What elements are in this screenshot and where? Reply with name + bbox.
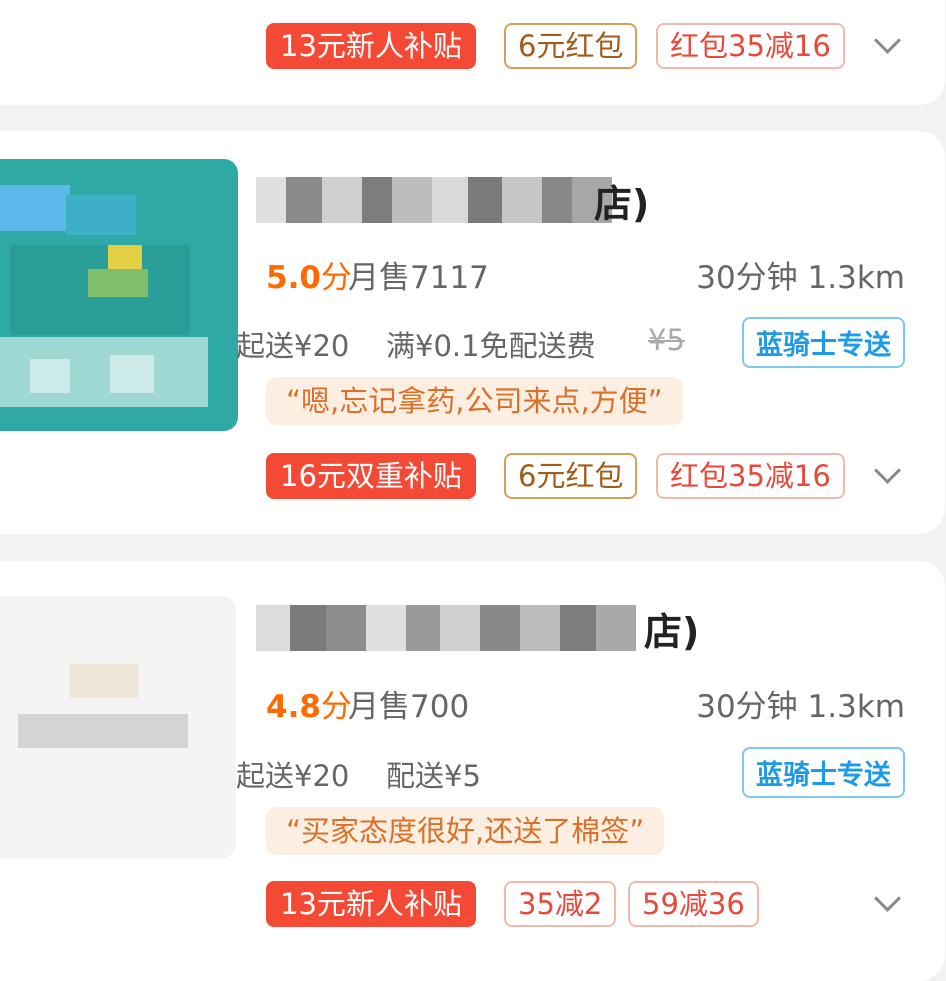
review-snippet: “买家态度很好,还送了棉签” <box>266 807 665 855</box>
delivery-time-distance: 30分钟 1.3km <box>696 689 905 725</box>
store-name-suffix: 店) <box>644 610 700 654</box>
chevron-down-icon[interactable] <box>874 27 901 54</box>
delivery-badge: 蓝骑士专送 <box>742 747 905 798</box>
promo-tags: 13元新人补贴 35减2 59减36 <box>266 881 905 927</box>
subsidy-tag: 16元双重补贴 <box>266 453 476 499</box>
chevron-down-icon[interactable] <box>874 457 901 484</box>
delivery-badge: 蓝骑士专送 <box>742 317 905 368</box>
promo-tags: 16元双重补贴 6元红包 红包35减16 <box>266 453 905 499</box>
subsidy-tag: 13元新人补贴 <box>266 23 476 69</box>
fee-row: 起送¥20 满¥0.1免配送费 ¥5 蓝骑士专送 <box>236 317 905 368</box>
red-packet-tag: 6元红包 <box>504 23 638 69</box>
rating-row: 5.0分 月售7117 30分钟 1.3km <box>266 252 905 296</box>
score-value: 5.0 <box>266 260 321 296</box>
store-image[interactable] <box>0 159 238 431</box>
min-order: 起送¥20 <box>236 759 350 793</box>
monthly-sales: 月售700 <box>348 689 470 725</box>
store-card[interactable]: 13元新人补贴 6元红包 红包35减16 <box>0 0 945 105</box>
store-score: 4.8分 <box>266 681 352 726</box>
discount-tag: 红包35减16 <box>656 453 845 499</box>
promo-tags: 13元新人补贴 6元红包 红包35减16 <box>266 23 905 69</box>
chevron-down-icon[interactable] <box>874 885 901 912</box>
store-card[interactable]: 店) 4.8分 月售700 30分钟 1.3km 起送¥20 配送¥5 蓝骑士专… <box>0 561 945 981</box>
discount-tag: 35减2 <box>504 881 617 927</box>
subsidy-tag: 13元新人补贴 <box>266 881 476 927</box>
store-name-blurred <box>256 177 626 223</box>
delivery-fee: 满¥0.1免配送费 <box>386 329 596 363</box>
store-name[interactable]: 店) <box>256 599 726 659</box>
store-name-suffix: 店) <box>594 182 650 226</box>
fee-row: 起送¥20 配送¥5 蓝骑士专送 <box>236 747 905 798</box>
store-name[interactable]: 店) <box>256 171 676 231</box>
discount-tag: 红包35减16 <box>656 23 845 69</box>
delivery-fee: 配送¥5 <box>386 759 481 793</box>
store-name-blurred <box>256 605 666 651</box>
store-card[interactable]: 店) 5.0分 月售7117 30分钟 1.3km 起送¥20 满¥0.1免配送… <box>0 131 945 534</box>
red-packet-tag: 6元红包 <box>504 453 638 499</box>
store-image[interactable] <box>0 596 236 858</box>
min-order: 起送¥20 <box>236 329 350 363</box>
discount-tag: 59减36 <box>628 881 759 927</box>
monthly-sales: 月售7117 <box>348 260 489 296</box>
review-snippet: “嗯,忘记拿药,公司来点,方便” <box>266 377 683 425</box>
store-score: 5.0分 <box>266 252 352 297</box>
score-value: 4.8 <box>266 689 321 725</box>
rating-row: 4.8分 月售700 30分钟 1.3km <box>266 681 905 725</box>
delivery-time-distance: 30分钟 1.3km <box>696 260 905 296</box>
original-delivery-fee: ¥5 <box>648 323 685 357</box>
